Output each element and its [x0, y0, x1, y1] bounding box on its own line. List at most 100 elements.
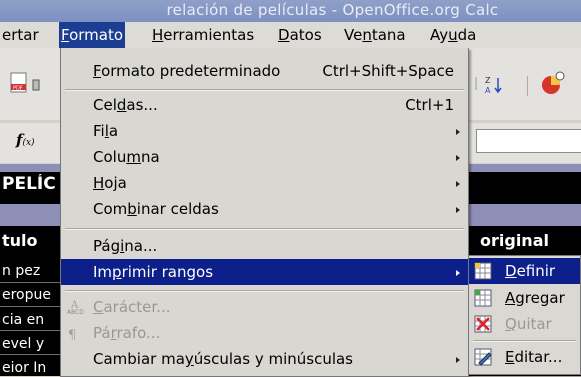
- menu-ventana-pre: Ve: [344, 26, 363, 44]
- mnemonic-letter: A: [505, 289, 516, 307]
- menu-item-page[interactable]: Página...: [61, 233, 468, 259]
- menu-item-label: Fila: [93, 122, 119, 140]
- menu-item-label: Columna: [93, 148, 160, 166]
- menu-item-label: Cambiar mayúsculas y minúsculas: [93, 350, 353, 368]
- menu-item-label: Combinar celdas: [93, 200, 219, 218]
- menu-item-shortcut: Ctrl+1: [405, 96, 454, 114]
- window-titlebar: relación de películas - OpenOffice.org C…: [0, 0, 581, 22]
- sheet-title-cell[interactable]: PELÍC: [2, 174, 56, 194]
- menu-separator: [65, 89, 464, 91]
- submenu-arrow-icon: [456, 155, 460, 161]
- table-row[interactable]: eropue: [2, 287, 51, 303]
- mnemonic-letter: p: [112, 263, 122, 281]
- print-icon[interactable]: [31, 72, 53, 94]
- mnemonic-letter: d: [116, 96, 127, 114]
- paragraph-icon: ¶: [68, 328, 76, 342]
- format-menu: Formato predeterminado Ctrl+Shift+Space …: [60, 48, 469, 377]
- menu-item-label: Párrafo...: [93, 324, 161, 342]
- submenu-item-define[interactable]: Definir: [469, 258, 580, 284]
- mnemonic-letter: C: [93, 298, 104, 316]
- character-icon: ABCD A: [67, 300, 84, 316]
- mnemonic-letter: D: [505, 262, 517, 280]
- menu-ayuda-mnemonic: u: [448, 26, 458, 44]
- menu-datos[interactable]: Datos: [276, 22, 324, 48]
- svg-text:PDF: PDF: [13, 86, 23, 92]
- menu-separator: [65, 290, 464, 292]
- menu-item-cells[interactable]: Celdas... Ctrl+1: [61, 92, 468, 118]
- menu-item-label: Imprimir rangos: [93, 263, 214, 281]
- menu-item-label: Hoja: [93, 174, 127, 192]
- menu-ayuda[interactable]: Ayuda: [428, 22, 478, 48]
- table-row[interactable]: n pez: [2, 263, 40, 279]
- menu-item-paragraph[interactable]: ¶ Párrafo...: [61, 320, 468, 346]
- menu-item-character[interactable]: ABCD A Carácter...: [61, 294, 468, 320]
- menu-item-label: Formato predeterminado: [93, 62, 281, 80]
- print-ranges-submenu: Definir Agregar Quitar Editar...: [468, 255, 581, 375]
- menu-item-column[interactable]: Columna: [61, 144, 468, 170]
- mnemonic-letter: r: [110, 324, 117, 342]
- menu-formato-rest: ormato: [69, 26, 124, 44]
- function-wizard-icon[interactable]: f(x): [16, 131, 35, 149]
- svg-text:¶: ¶: [68, 328, 76, 342]
- mnemonic-letter: E: [505, 348, 515, 366]
- menu-ayuda-pre: Ay: [430, 26, 449, 44]
- menu-item-label: Carácter...: [93, 298, 171, 316]
- toolbar-separator: [527, 76, 528, 96]
- table-row[interactable]: cia en: [2, 312, 44, 328]
- submenu-arrow-icon: [456, 207, 460, 213]
- mnemonic-letter: H: [93, 174, 105, 192]
- fx-suffix: (x): [22, 138, 35, 148]
- menu-item-label: Página...: [93, 237, 158, 255]
- menu-item-print-ranges[interactable]: Imprimir rangos: [61, 259, 468, 285]
- submenu-item-edit[interactable]: Editar...: [469, 344, 580, 370]
- menu-herramientas-rest: erramientas: [163, 26, 255, 44]
- mnemonic-letter: y: [184, 350, 194, 368]
- mnemonic-letter: i: [120, 237, 125, 255]
- edit-range-icon: [474, 348, 492, 366]
- menu-item-shortcut: Ctrl+Shift+Space: [322, 62, 454, 80]
- submenu-arrow-icon: [456, 357, 460, 363]
- define-range-icon: [474, 262, 492, 280]
- submenu-item-add[interactable]: Agregar: [469, 285, 580, 311]
- remove-range-icon: [474, 315, 492, 333]
- add-range-icon: [474, 289, 492, 307]
- svg-text:A: A: [70, 300, 79, 311]
- menu-item-row[interactable]: Fila: [61, 118, 468, 144]
- menu-item-label: Agregar: [505, 289, 565, 307]
- header-left-cell[interactable]: tulo: [2, 231, 38, 250]
- header-right-cell[interactable]: original: [480, 231, 549, 250]
- menu-formato[interactable]: Formato: [59, 22, 126, 48]
- menu-ventana-mnemonic: n: [362, 26, 372, 44]
- mnemonic-letter: m: [126, 148, 141, 166]
- menu-datos-rest: atos: [289, 26, 322, 44]
- menu-herramientas-mnemonic: H: [152, 26, 164, 44]
- chart-icon[interactable]: [538, 70, 566, 98]
- menu-item-default-formatting[interactable]: Formato predeterminado Ctrl+Shift+Space: [61, 58, 468, 84]
- sort-descending-icon[interactable]: [466, 74, 488, 96]
- menu-item-label: Quitar: [505, 315, 552, 333]
- mnemonic-letter: b: [127, 200, 137, 218]
- table-row[interactable]: eior In: [2, 360, 46, 376]
- mnemonic-letter: l: [104, 122, 109, 140]
- window-title: relación de películas - OpenOffice.org C…: [166, 1, 499, 19]
- menu-datos-mnemonic: D: [278, 26, 290, 44]
- export-pdf-icon[interactable]: PDF: [8, 72, 30, 94]
- table-row[interactable]: evel y: [2, 336, 44, 352]
- menu-item-label: Definir: [505, 262, 556, 280]
- menu-formato-mnemonic: F: [61, 26, 70, 44]
- menu-separator: [65, 228, 464, 230]
- mnemonic-letter: F: [93, 62, 102, 80]
- mnemonic-letter: Q: [505, 315, 517, 333]
- menu-item-sheet[interactable]: Hoja: [61, 170, 468, 196]
- menu-insertar[interactable]: ertar: [0, 22, 41, 48]
- submenu-arrow-icon: [456, 129, 460, 135]
- menu-ventana-rest: tana: [371, 26, 406, 44]
- menu-ventana[interactable]: Ventana: [342, 22, 408, 48]
- menu-item-merge-cells[interactable]: Combinar celdas: [61, 196, 468, 222]
- formula-input[interactable]: [476, 129, 581, 153]
- menu-item-label: Celdas...: [93, 96, 158, 114]
- submenu-arrow-icon: [456, 181, 460, 187]
- menu-item-change-case[interactable]: Cambiar mayúsculas y minúsculas: [61, 346, 468, 372]
- menu-herramientas[interactable]: Herramientas: [150, 22, 256, 48]
- submenu-item-remove[interactable]: Quitar: [469, 311, 580, 337]
